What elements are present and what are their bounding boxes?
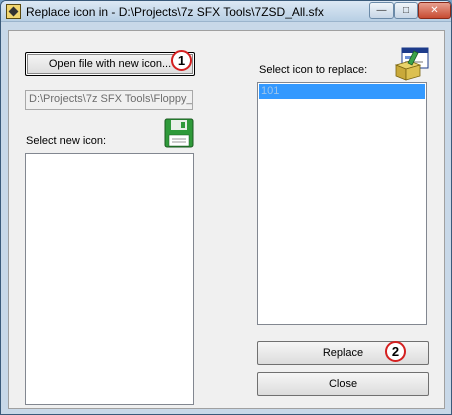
select-icon-to-replace-label: Select icon to replace: [259, 64, 368, 76]
app-icon [6, 4, 21, 19]
minimize-button[interactable]: — [369, 2, 394, 19]
dialog-client-area: Open file with new icon... 1 D:\Projects… [8, 30, 445, 409]
replace-icon-window: Replace icon in - D:\Projects\7z SFX Too… [0, 0, 452, 415]
marker-1: 1 [171, 50, 192, 71]
title-bar[interactable]: Replace icon in - D:\Projects\7z SFX Too… [1, 1, 451, 22]
installer-box-icon [394, 47, 429, 81]
marker-2: 2 [385, 341, 406, 362]
close-button-label: Close [328, 378, 358, 390]
floppy-disk-icon [164, 118, 194, 148]
maximize-button[interactable]: □ [394, 2, 418, 19]
select-new-icon-label: Select new icon: [26, 135, 107, 147]
window-title: Replace icon in - D:\Projects\7z SFX Too… [26, 5, 324, 19]
open-file-button[interactable]: Open file with new icon... [25, 52, 195, 76]
replace-button-label: Replace [322, 347, 364, 359]
close-button[interactable]: Close [257, 372, 429, 396]
close-window-button[interactable]: ✕ [418, 2, 451, 19]
new-icon-list[interactable] [25, 153, 194, 405]
icon-file-path-input[interactable]: D:\Projects\7z SFX Tools\Floppy_G [25, 90, 193, 110]
open-file-button-label: Open file with new icon... [48, 58, 172, 70]
list-item[interactable]: 101 [259, 84, 425, 99]
icon-to-replace-list[interactable]: 101 [257, 82, 427, 325]
